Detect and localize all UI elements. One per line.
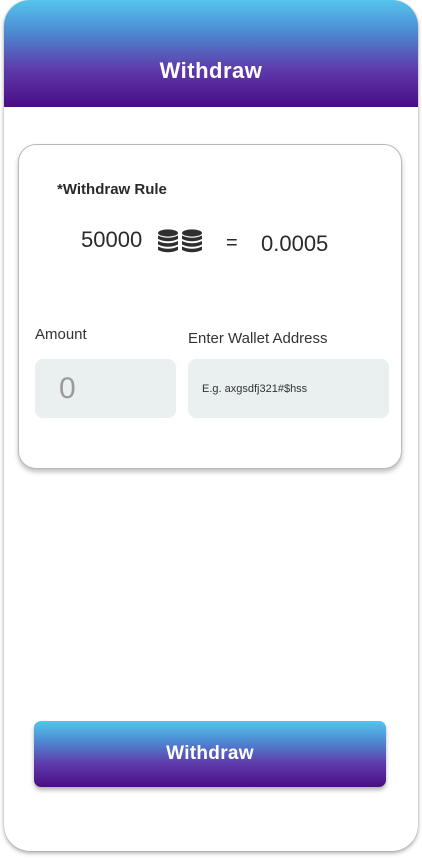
withdraw-button[interactable]: Withdraw <box>34 721 386 787</box>
wallet-address-input[interactable] <box>188 359 389 418</box>
coin-stack-icon <box>158 229 202 253</box>
converted-amount: 0.0005 <box>261 231 329 256</box>
equals-sign: = <box>226 232 238 254</box>
exchange-rate-row: 50000 = 0.0005 <box>19 227 401 261</box>
withdraw-rule-title: *Withdraw Rule <box>57 181 167 198</box>
coin-amount: 50000 <box>81 227 143 252</box>
amount-label: Amount <box>35 326 87 343</box>
withdraw-rule-card: *Withdraw Rule 50000 = 0.0005 Amount Ent… <box>18 144 402 469</box>
page-title: Withdraw <box>159 58 263 83</box>
wallet-address-label: Enter Wallet Address <box>188 330 328 347</box>
amount-input[interactable] <box>35 359 176 418</box>
header-bar: Withdraw <box>4 0 418 107</box>
app-screen: Withdraw *Withdraw Rule 50000 = 0.0005 A… <box>4 0 418 851</box>
